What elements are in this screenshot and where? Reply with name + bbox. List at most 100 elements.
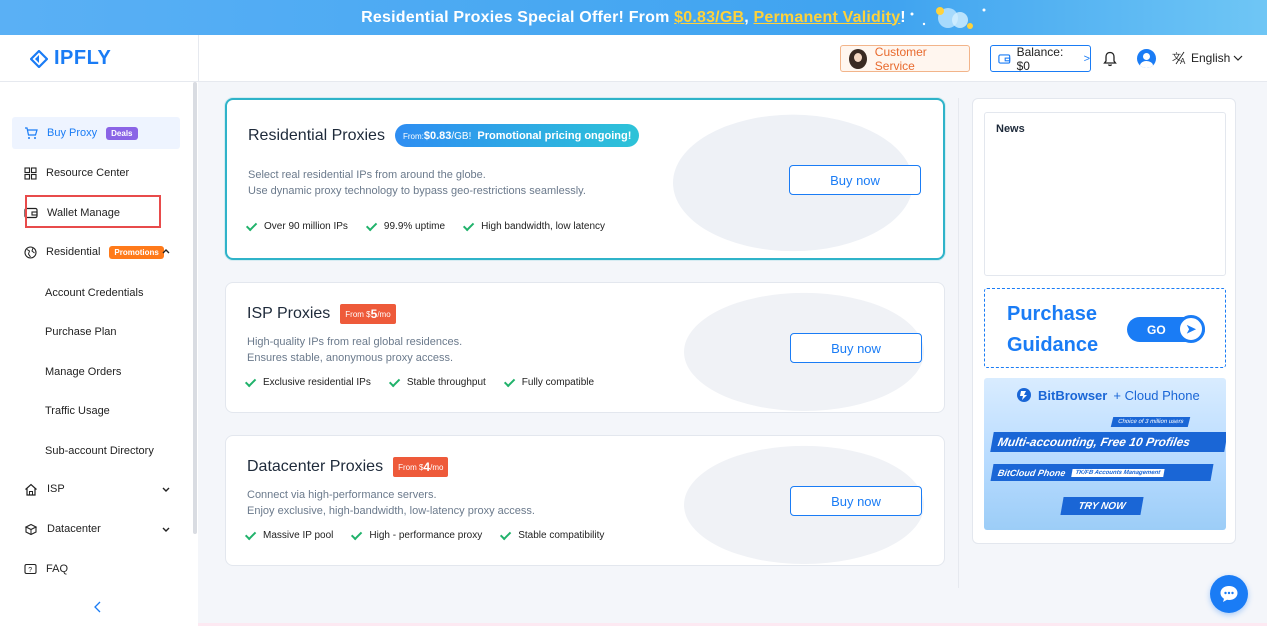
isp-title: ISP Proxies — [247, 305, 331, 322]
check-icon — [244, 375, 257, 387]
check-icon — [244, 528, 257, 540]
check-icon — [463, 219, 475, 231]
feature-item: Fully compatible — [503, 375, 594, 388]
sidebar-item-datacenter[interactable]: Datacenter — [12, 513, 180, 545]
sidebar-item-buy-proxy[interactable]: Buy Proxy Deals — [12, 117, 180, 149]
isp-buy-now-button[interactable]: Buy now — [790, 333, 922, 363]
sidebar-item-purchase-plan[interactable]: Purchase Plan — [45, 326, 117, 338]
sidebar-item-residential[interactable]: Residential Promotions — [12, 236, 180, 268]
news-title: News — [996, 123, 1025, 135]
isp-title-row: ISP Proxies From $5/mo — [247, 304, 396, 324]
sidebar-item-faq[interactable]: ? FAQ — [12, 553, 180, 585]
check-icon — [245, 219, 258, 231]
home-icon — [25, 483, 37, 496]
residential-promo-pill: From:$0.83/GB! Promotional pricing ongoi… — [394, 124, 640, 147]
faq-icon: ? — [24, 563, 37, 574]
ad-brand-row: BitBrowser + Cloud Phone — [1016, 387, 1200, 403]
check-icon — [500, 528, 512, 540]
datacenter-price-tag: From $4/mo — [393, 457, 449, 477]
svg-text:?: ? — [28, 567, 32, 574]
purchase-guidance-banner[interactable]: Purchase Guidance GO ➤ — [984, 288, 1226, 368]
residential-buy-now-button[interactable]: Buy now — [789, 165, 921, 195]
customer-service-label: Customer Service — [874, 44, 927, 73]
residential-description: Select real residential IPs from around … — [248, 169, 586, 197]
sidebar-item-traffic-usage[interactable]: Traffic Usage — [45, 405, 110, 417]
ad-brand: BitBrowser — [1038, 387, 1108, 403]
cart-icon — [25, 126, 38, 139]
sidebar-item-sub-account-directory[interactable]: Sub-account Directory — [45, 445, 154, 457]
bitbrowser-ad-banner[interactable]: BitBrowser + Cloud Phone Choice of 3 mil… — [984, 378, 1226, 530]
wallet-icon — [998, 53, 1011, 64]
faq-label: FAQ — [46, 563, 69, 575]
user-avatar-icon[interactable] — [1137, 49, 1156, 68]
promotions-badge: Promotions — [109, 245, 164, 259]
news-panel: News — [984, 112, 1226, 276]
agent-avatar — [849, 48, 867, 69]
residential-title: Residential Proxies — [248, 126, 385, 144]
right-panel: News Purchase Guidance GO ➤ BitBrowser +… — [972, 98, 1236, 544]
isp-proxies-card: ISP Proxies From $5/mo High-quality IPs … — [225, 282, 945, 413]
residential-proxies-card: Residential Proxies From:$0.83/GB! Promo… — [225, 98, 945, 260]
datacenter-title: Datacenter Proxies — [247, 458, 384, 475]
datacenter-buy-now-button[interactable]: Buy now — [790, 486, 922, 516]
customer-service-button[interactable]: Customer Service — [840, 44, 970, 73]
feature-item: Stable throughput — [388, 375, 486, 388]
chat-button[interactable] — [1210, 575, 1248, 613]
chat-bubble-icon — [1220, 586, 1238, 602]
language-selector[interactable]: 文 A English — [1172, 51, 1243, 65]
isp-features: Exclusive residential IPs Stable through… — [244, 375, 594, 388]
banner-text: Residential Proxies Special Offer! From … — [361, 8, 906, 26]
bell-icon[interactable] — [1103, 51, 1117, 67]
chevron-down-icon — [1233, 55, 1243, 61]
datacenter-title-row: Datacenter Proxies From $4/mo — [247, 457, 449, 477]
sidebar-scrollbar[interactable] — [193, 82, 197, 534]
feature-item: Massive IP pool — [244, 528, 333, 541]
ad-plus: + Cloud Phone — [1113, 387, 1200, 403]
language-label: English — [1191, 51, 1231, 65]
datacenter-proxies-card: Datacenter Proxies From $4/mo Connect vi… — [225, 435, 945, 566]
chevron-up-icon[interactable] — [162, 246, 170, 257]
ad-band-secondary: BitCloud Phone TK/FB Accounts Management — [990, 464, 1214, 481]
banner-decoration-icon — [910, 7, 986, 29]
feature-item: Exclusive residential IPs — [244, 375, 371, 388]
banner-validity: Permanent Validity — [753, 8, 901, 26]
buy-proxy-label: Buy Proxy — [47, 127, 98, 139]
logo-text: IPFLY — [54, 47, 112, 69]
check-icon — [365, 219, 378, 231]
sidebar-item-account-credentials[interactable]: Account Credentials — [45, 287, 143, 299]
header-divider — [198, 35, 199, 82]
datacenter-description: Connect via high-performance servers. En… — [247, 489, 535, 517]
purchase-guidance-text: Purchase Guidance — [1007, 303, 1099, 356]
chevron-down-icon[interactable] — [162, 485, 170, 496]
sidebar-item-resource-center[interactable]: Resource Center — [12, 157, 180, 189]
check-icon — [503, 375, 516, 387]
promo-banner[interactable]: Residential Proxies Special Offer! From … — [0, 0, 1267, 35]
logo-diamond-icon — [30, 49, 48, 68]
deals-badge: Deals — [106, 126, 138, 140]
check-icon — [351, 528, 363, 540]
feature-item: Over 90 million IPs — [245, 219, 348, 232]
datacenter-features: Massive IP pool High - performance proxy… — [244, 528, 604, 541]
sidebar-item-isp[interactable]: ISP — [12, 473, 180, 505]
datacenter-label: Datacenter — [47, 523, 101, 535]
check-icon — [388, 375, 401, 387]
resource-center-label: Resource Center — [46, 167, 130, 179]
collapse-sidebar-icon[interactable] — [93, 601, 101, 613]
banner-price: $0.83/GB — [674, 8, 745, 26]
svg-text:A: A — [1180, 57, 1186, 65]
balance-label: Balance: $0 — [1016, 44, 1064, 73]
balance-button[interactable]: Balance: $0 > — [990, 44, 1091, 73]
translate-icon: 文 A — [1172, 51, 1186, 65]
chevron-right-icon: > — [1083, 52, 1090, 65]
isp-label: ISP — [47, 483, 65, 495]
ad-band: Multi-accounting, Free 10 Profiles — [990, 432, 1226, 452]
ipfly-logo[interactable]: IPFLY — [30, 47, 111, 70]
residential-title-row: Residential Proxies From:$0.83/GB! Promo… — [248, 124, 640, 147]
bitbrowser-logo-icon — [1017, 388, 1031, 402]
chevron-down-icon[interactable] — [162, 525, 170, 536]
try-now-button[interactable]: TRY NOW — [1060, 497, 1144, 515]
arrow-right-icon: ➤ — [1177, 315, 1205, 343]
grid-icon — [24, 166, 37, 180]
datacenter-icon — [24, 523, 38, 535]
sidebar-item-manage-orders[interactable]: Manage Orders — [45, 366, 121, 378]
